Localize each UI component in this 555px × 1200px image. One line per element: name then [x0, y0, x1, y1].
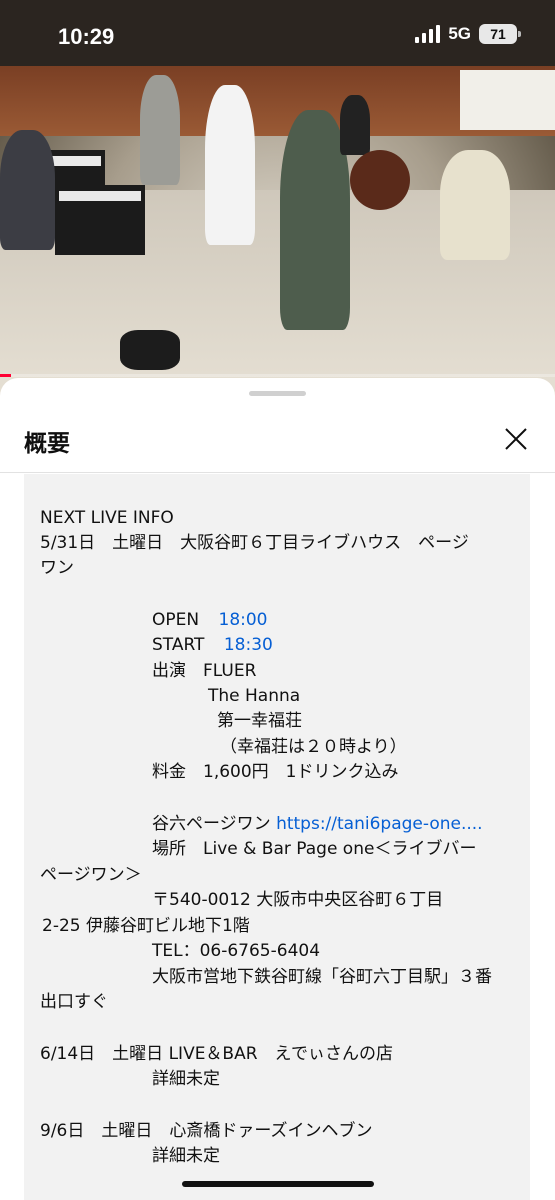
video-progress-fill	[0, 374, 12, 377]
performers-label: 出演 FLUER	[152, 661, 257, 681]
status-time: 10:29	[58, 24, 115, 49]
event3-detail: 詳細未定	[152, 1146, 220, 1166]
fee-line: 料金 1,600円 1ドリンク込み	[152, 762, 399, 782]
video-player[interactable]: 10:29 5G 71	[0, 0, 555, 400]
open-row: OPEN 18:00	[152, 608, 268, 633]
place-line-1: 場所 Live & Bar Page one＜ライブバー	[152, 839, 477, 859]
event1-venue-cont: ワン	[40, 558, 74, 578]
website-link[interactable]: https://tani6page-one....	[276, 814, 483, 834]
event2-detail: 詳細未定	[152, 1069, 220, 1089]
performer-2: The Hanna	[208, 686, 301, 706]
status-bar: 10:29 5G 71	[0, 0, 555, 66]
access-line-1: 大阪市営地下鉄谷町線「谷町六丁目駅」３番	[152, 967, 492, 987]
access-line-2: 出口すぐ	[40, 992, 108, 1012]
performer-3: 第一幸福荘	[217, 711, 302, 731]
address-line-2: 2-25 伊藤谷町ビル地下1階	[42, 916, 250, 936]
website-row: 谷六ページワン https://tani6page-one....	[152, 812, 483, 837]
video-performer	[205, 85, 255, 245]
video-performer	[0, 130, 55, 250]
video-performer	[140, 75, 180, 185]
signal-icon	[415, 25, 441, 43]
event1-date: 5/31日 土曜日 大阪谷町６丁目ライブハウス ページ	[40, 533, 469, 553]
event2-date: 6/14日 土曜日 LIVE＆BAR えでぃさんの店	[40, 1044, 394, 1064]
video-whiteboard	[460, 70, 555, 130]
video-speaker	[120, 330, 180, 370]
video-performer	[340, 95, 370, 155]
sheet-title: 概要	[24, 431, 70, 457]
place-line-2: ページワン＞	[40, 865, 142, 885]
open-time-link[interactable]: 18:00	[219, 610, 268, 630]
event3-date: 9/6日 土曜日 心斎橋ドァーズインヘブン	[40, 1121, 373, 1141]
status-indicators: 5G 71	[415, 24, 521, 44]
start-label: START	[152, 635, 205, 655]
home-indicator[interactable]	[182, 1181, 374, 1187]
start-row: START 18:30	[152, 633, 273, 658]
open-label: OPEN	[152, 610, 200, 630]
description-cut-line: ・・・・・・・	[40, 474, 159, 485]
video-progress-bar[interactable]	[0, 374, 555, 377]
network-label: 5G	[448, 24, 471, 43]
sheet-divider	[0, 472, 555, 473]
close-icon[interactable]	[503, 426, 529, 452]
description-sheet: 概要 ・・・・・・・ NEXT LIVE INFO 5/31日 土曜日 大阪谷町…	[0, 378, 555, 1200]
next-live-heading: NEXT LIVE INFO	[40, 508, 174, 528]
video-performer	[440, 150, 510, 260]
description-body: ・・・・・・・ NEXT LIVE INFO 5/31日 土曜日 大阪谷町６丁目…	[24, 474, 530, 1200]
drag-handle[interactable]	[249, 391, 306, 396]
battery-icon: 71	[479, 24, 521, 44]
video-keyboard	[55, 185, 145, 255]
performer-3-note: （幸福荘は２０時より）	[220, 737, 407, 757]
video-drum-kit	[350, 150, 410, 210]
start-time-link[interactable]: 18:30	[224, 635, 273, 655]
website-label: 谷六ページワン	[152, 814, 271, 834]
tel-line: TEL：06-6765-6404	[152, 941, 321, 961]
address-line-1: 〒540-0012 大阪市中央区谷町６丁目	[152, 890, 444, 910]
